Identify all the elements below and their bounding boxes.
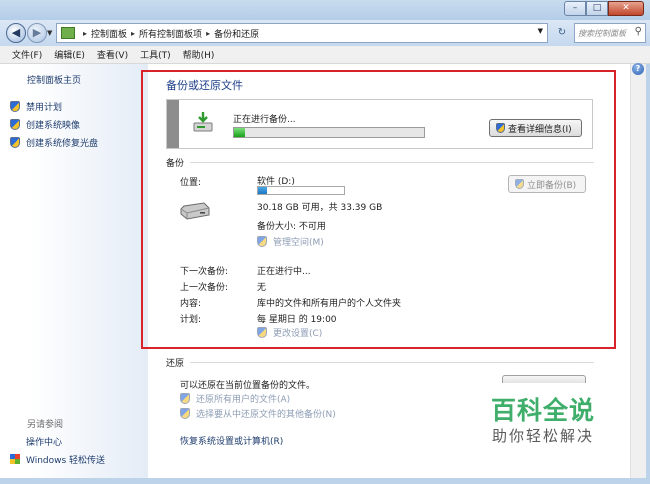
sidebar-item-disable-schedule[interactable]: 禁用计划 xyxy=(10,97,98,115)
recover-system-link[interactable]: 恢复系统设置或计算机(R) xyxy=(180,434,283,447)
watermark-logo-text: 百科全说 xyxy=(490,396,595,425)
breadcrumb-control-panel[interactable]: 控制面板 ▸ xyxy=(91,27,139,40)
menu-view[interactable]: 查看(V) xyxy=(91,48,134,61)
uac-shield-icon xyxy=(10,100,20,112)
highlight-box xyxy=(141,70,616,349)
help-icon[interactable]: ? xyxy=(632,63,644,75)
vertical-scrollbar[interactable] xyxy=(630,64,646,478)
minimize-button[interactable]: – xyxy=(564,1,586,16)
close-button[interactable]: ✕ xyxy=(608,1,644,16)
uac-shield-icon xyxy=(10,136,20,148)
restore-section-divider xyxy=(190,362,594,363)
address-toolbar: ◀ ▶ ▼ ▸ 控制面板 ▸ 所有控制面板项 ▸ 备份和还原 ▼ ↻ 搜索控制面板 … xyxy=(0,20,650,46)
refresh-button[interactable]: ↻ xyxy=(552,24,572,42)
recent-pages-dropdown-icon[interactable]: ▼ xyxy=(47,29,52,37)
search-icon[interactable]: ⚲ xyxy=(635,26,642,37)
search-input[interactable]: 搜索控制面板 ⚲ xyxy=(574,23,646,43)
search-placeholder: 搜索控制面板 xyxy=(578,29,626,38)
chevron-right-icon[interactable]: ▸ xyxy=(206,29,210,38)
windows-flag-icon xyxy=(10,454,20,464)
watermark: 百科全说 助你轻松解决 xyxy=(481,396,605,446)
sidebar-item-create-system-image[interactable]: 创建系统映像 xyxy=(10,115,98,133)
address-dropdown-icon[interactable]: ▼ xyxy=(538,27,543,35)
forward-button[interactable]: ▶ xyxy=(27,23,47,43)
chevron-right-icon[interactable]: ▸ xyxy=(131,29,135,38)
menu-help[interactable]: 帮助(H) xyxy=(177,48,221,61)
restore-section-heading: 还原 xyxy=(166,359,185,369)
control-panel-icon xyxy=(61,27,75,39)
sidebar-item-easy-transfer[interactable]: Windows 轻松传送 xyxy=(10,450,105,468)
see-also-links: 操作中心 Windows 轻松传送 xyxy=(10,432,105,468)
select-other-backup-link[interactable]: 选择要从中还原文件的其他备份(N) xyxy=(180,407,336,420)
uac-shield-icon xyxy=(10,118,20,130)
restore-files-button[interactable] xyxy=(502,375,586,383)
uac-shield-icon xyxy=(180,393,190,404)
restore-description: 可以还原在当前位置备份的文件。 xyxy=(180,381,316,391)
address-field[interactable]: ▸ 控制面板 ▸ 所有控制面板项 ▸ 备份和还原 ▼ xyxy=(56,23,548,43)
watermark-slogan: 助你轻松解决 xyxy=(491,427,594,445)
breadcrumb-all-items[interactable]: 所有控制面板项 ▸ xyxy=(139,27,214,40)
see-also-heading: 另请参阅 xyxy=(27,420,64,430)
breadcrumb-backup-restore[interactable]: 备份和还原 xyxy=(214,27,259,40)
restore-all-users-link[interactable]: 还原所有用户的文件(A) xyxy=(180,392,290,405)
back-button[interactable]: ◀ xyxy=(6,23,26,43)
menu-tools[interactable]: 工具(T) xyxy=(134,48,177,61)
sidebar-tasks: 禁用计划 创建系统映像 创建系统修复光盘 xyxy=(10,97,98,151)
menu-file[interactable]: 文件(F) xyxy=(6,48,48,61)
arrow-left-icon: ◀ xyxy=(11,26,21,39)
refresh-icon: ↻ xyxy=(557,27,567,38)
menu-bar: 文件(F) 编辑(E) 查看(V) 工具(T) 帮助(H) xyxy=(0,46,650,64)
window-controls: – □ ✕ xyxy=(564,1,644,16)
sidebar-item-action-center[interactable]: 操作中心 xyxy=(10,432,105,450)
title-bar: – □ ✕ xyxy=(0,0,650,20)
sidebar: 控制面板主页 禁用计划 创建系统映像 创建系统修复光盘 另请参阅 操作中心 Wi… xyxy=(0,64,148,478)
maximize-button[interactable]: □ xyxy=(586,1,608,16)
arrow-right-icon: ▶ xyxy=(32,26,42,39)
chevron-right-icon[interactable]: ▸ xyxy=(83,29,87,38)
sidebar-item-create-repair-disc[interactable]: 创建系统修复光盘 xyxy=(10,133,98,151)
uac-shield-icon xyxy=(180,408,190,419)
sidebar-home-link[interactable]: 控制面板主页 xyxy=(27,73,81,86)
menu-edit[interactable]: 编辑(E) xyxy=(48,48,91,61)
